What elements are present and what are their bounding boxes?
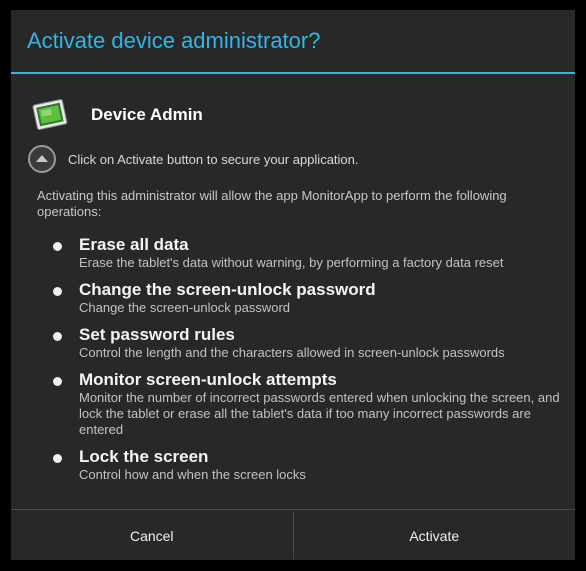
policy-description: Monitor the number of incorrect password… bbox=[79, 390, 560, 437]
dialog-title-bar: Activate device administrator? bbox=[11, 10, 575, 72]
policy-title: Set password rules bbox=[79, 325, 235, 344]
policy-description: Control the length and the characters al… bbox=[79, 345, 505, 360]
bullet-icon bbox=[53, 287, 62, 296]
policy-description: Control how and when the screen locks bbox=[79, 467, 306, 482]
admin-header: Device Admin bbox=[31, 94, 203, 136]
intro-text: Activating this administrator will allow… bbox=[37, 188, 507, 219]
description-text: Click on Activate button to secure your … bbox=[68, 151, 359, 167]
policy-title: Erase all data bbox=[79, 235, 189, 254]
dialog-title: Activate device administrator? bbox=[27, 28, 321, 53]
cancel-button[interactable]: Cancel bbox=[11, 510, 293, 560]
bullet-icon bbox=[53, 242, 62, 251]
policy-title: Change the screen-unlock password bbox=[79, 280, 376, 299]
activate-button[interactable]: Activate bbox=[294, 510, 576, 560]
device-admin-dialog: Activate device administrator? Device Ad… bbox=[11, 10, 575, 560]
policy-description: Change the screen-unlock password bbox=[79, 300, 291, 315]
admin-name: Device Admin bbox=[91, 105, 203, 124]
chevron-up-icon[interactable] bbox=[27, 144, 57, 174]
policy-title: Monitor screen-unlock attempts bbox=[79, 370, 337, 389]
policy-item-change-password: Change the screen-unlock password Change… bbox=[11, 280, 575, 316]
policy-item-monitor-attempts: Monitor screen-unlock attempts Monitor t… bbox=[11, 370, 575, 438]
monitor-app-icon bbox=[31, 96, 69, 134]
button-bar: Cancel Activate bbox=[11, 509, 575, 560]
policy-item-erase-data: Erase all data Erase the tablet's data w… bbox=[11, 235, 575, 271]
bullet-icon bbox=[53, 377, 62, 386]
policy-item-password-rules: Set password rules Control the length an… bbox=[11, 325, 575, 361]
description-toggle[interactable]: Click on Activate button to secure your … bbox=[27, 144, 359, 174]
policy-title: Lock the screen bbox=[79, 447, 209, 466]
policy-description: Erase the tablet's data without warning,… bbox=[79, 255, 504, 270]
title-divider bbox=[11, 72, 575, 74]
bullet-icon bbox=[53, 454, 62, 463]
policy-item-lock-screen: Lock the screen Control how and when the… bbox=[11, 447, 575, 483]
policy-list: Erase all data Erase the tablet's data w… bbox=[11, 235, 575, 492]
bullet-icon bbox=[53, 332, 62, 341]
